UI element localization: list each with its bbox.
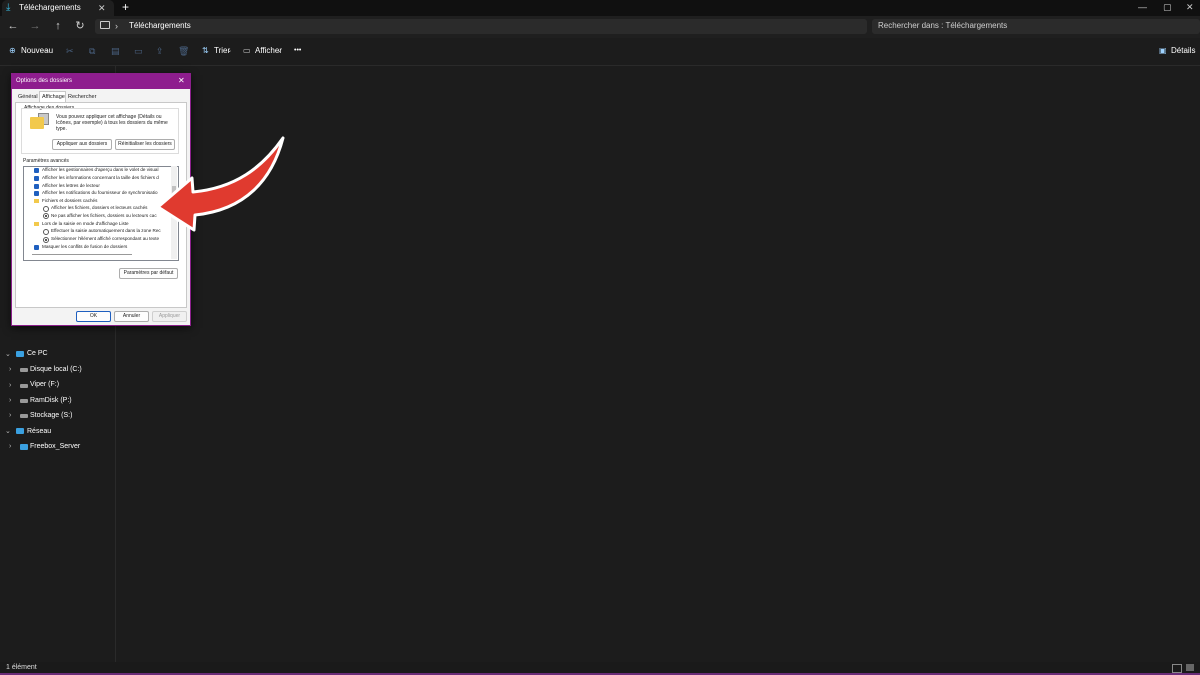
sidebar-item-drive-f[interactable]: Viper (F:): [30, 380, 59, 390]
breadcrumb-downloads[interactable]: Téléchargements: [129, 20, 191, 32]
apply-button[interactable]: Appliquer: [152, 311, 187, 322]
up-button[interactable]: ↑: [51, 19, 65, 33]
sidebar-item-drive-s[interactable]: Stockage (S:): [30, 411, 72, 421]
checkbox-checked[interactable]: [34, 168, 39, 173]
tab-view[interactable]: Affichage: [42, 93, 65, 102]
refresh-button[interactable]: ↻: [73, 19, 87, 33]
details-view-icon[interactable]: [1172, 664, 1182, 673]
checkbox-checked[interactable]: [34, 245, 39, 250]
chevron-right-icon[interactable]: ›: [9, 442, 11, 452]
breadcrumb-separator: ›: [115, 21, 118, 31]
drive-icon: [20, 399, 28, 403]
tab-search[interactable]: Rechercher: [68, 93, 96, 102]
chevron-down-icon[interactable]: ⌄: [5, 350, 11, 360]
radio-hide-hidden-selected[interactable]: [43, 213, 49, 219]
list-item[interactable]: Afficher les informations concernant la …: [42, 175, 159, 181]
arrow-path: [156, 136, 285, 232]
folder-icon: [34, 222, 39, 226]
dialog-title: Options des dossiers: [16, 78, 73, 84]
sidebar-item-network[interactable]: Réseau: [27, 427, 51, 437]
tab-close-button[interactable]: ✕: [98, 2, 106, 14]
list-group-typing: Lors de la saisie en mode d'affichage Li…: [42, 221, 129, 226]
plus-circle-icon: ⊕: [9, 46, 16, 55]
details-button[interactable]: Détails: [1171, 45, 1195, 57]
tiles-view-icon[interactable]: [1186, 664, 1194, 671]
list-item[interactable]: Afficher les notifications du fournisseu…: [42, 190, 158, 196]
chevron-down-icon: ⌄: [227, 48, 233, 54]
rename-icon[interactable]: ▭: [134, 45, 143, 57]
drive-icon: [20, 414, 28, 418]
list-item[interactable]: Afficher les lettres de lecteur: [42, 183, 100, 189]
forward-button[interactable]: →: [28, 19, 42, 33]
folder-views-description-2: Icônes, par exemple) à tous les dossiers…: [56, 120, 168, 126]
drive-icon: [20, 384, 28, 388]
computer-icon: [100, 21, 110, 29]
sidebar-item-this-pc[interactable]: Ce PC: [27, 349, 48, 359]
share-icon[interactable]: ⇪: [156, 45, 164, 57]
item-count: 1 élément: [6, 664, 37, 671]
sidebar-item-drive-c[interactable]: Disque local (C:): [30, 365, 82, 375]
list-item[interactable]: Afficher les gestionnaires d'aperçu dans…: [42, 167, 158, 173]
address-bar[interactable]: [95, 19, 867, 34]
horizontal-scrollbar[interactable]: [32, 254, 132, 255]
radio-select-item-selected[interactable]: [43, 237, 49, 243]
minimize-button[interactable]: —: [1138, 1, 1147, 13]
chevron-right-icon[interactable]: ›: [9, 396, 11, 406]
checkbox-checked[interactable]: [34, 184, 39, 189]
list-item[interactable]: Masquer les conflits de fusion de dossie…: [42, 244, 127, 250]
list-item[interactable]: Ne pas afficher les fichiers, dossiers o…: [51, 213, 157, 219]
new-tab-button[interactable]: +: [122, 1, 129, 14]
window-close-button[interactable]: ✕: [1186, 1, 1194, 13]
list-item[interactable]: Sélectionner l'élément affiché correspon…: [51, 236, 159, 242]
chevron-right-icon[interactable]: ›: [9, 365, 11, 375]
server-icon: [20, 444, 28, 450]
maximize-button[interactable]: ▢: [1163, 1, 1172, 13]
folder-icon: [30, 117, 44, 129]
network-icon: [16, 428, 24, 434]
list-item[interactable]: Effectuer la saisie automatiquement dans…: [51, 228, 161, 234]
apply-to-folders-button[interactable]: Appliquer aux dossiers: [52, 139, 112, 150]
paste-icon[interactable]: ▤: [111, 45, 120, 57]
chevron-right-icon[interactable]: ›: [9, 411, 11, 421]
folder-icon: [34, 199, 39, 203]
chevron-down-icon: ⌄: [277, 48, 283, 54]
red-arrow-annotation: [156, 136, 285, 232]
cut-icon[interactable]: ✂: [66, 45, 74, 57]
list-item[interactable]: Afficher les fichiers, dossiers et lecte…: [51, 205, 147, 211]
cancel-button[interactable]: Annuler: [114, 311, 149, 322]
view-icon: ▭: [243, 46, 251, 55]
search-placeholder: Rechercher dans : Téléchargements: [878, 21, 1008, 30]
sidebar-item-freebox-server[interactable]: Freebox_Server: [30, 442, 80, 452]
tab-bar: [0, 0, 1200, 16]
back-button[interactable]: ←: [6, 19, 20, 33]
drive-icon: [20, 368, 28, 372]
chevron-right-icon[interactable]: ›: [9, 381, 11, 391]
advanced-settings-heading: Paramètres avancés: [23, 158, 69, 164]
sort-icon: ⇅: [202, 46, 209, 55]
checkbox-checked[interactable]: [34, 176, 39, 181]
radio-auto-type[interactable]: [43, 229, 49, 235]
trash-icon[interactable]: 🗑: [178, 45, 189, 57]
radio-show-hidden[interactable]: [43, 206, 49, 212]
chevron-down-icon: ⌄: [45, 48, 51, 54]
chevron-down-icon[interactable]: ⌄: [5, 427, 11, 437]
download-icon: ⤓: [6, 2, 11, 13]
folder-views-description-3: type.: [56, 126, 67, 132]
tab-general[interactable]: Général: [18, 93, 38, 102]
restore-defaults-button[interactable]: Paramètres par défaut: [119, 268, 178, 279]
checkbox-checked[interactable]: [34, 191, 39, 196]
details-pane-icon: ▣: [1159, 46, 1167, 55]
this-pc-icon: [16, 351, 24, 357]
copy-icon[interactable]: ⧉: [89, 45, 95, 57]
ok-button[interactable]: OK: [76, 311, 111, 322]
tab-title: Téléchargements: [19, 3, 81, 12]
more-options-button[interactable]: •••: [294, 45, 301, 57]
dialog-close-button[interactable]: ✕: [178, 75, 185, 86]
list-group-hidden-files: Fichiers et dossiers cachés: [42, 198, 98, 203]
sidebar-item-drive-p[interactable]: RamDisk (P:): [30, 396, 72, 406]
